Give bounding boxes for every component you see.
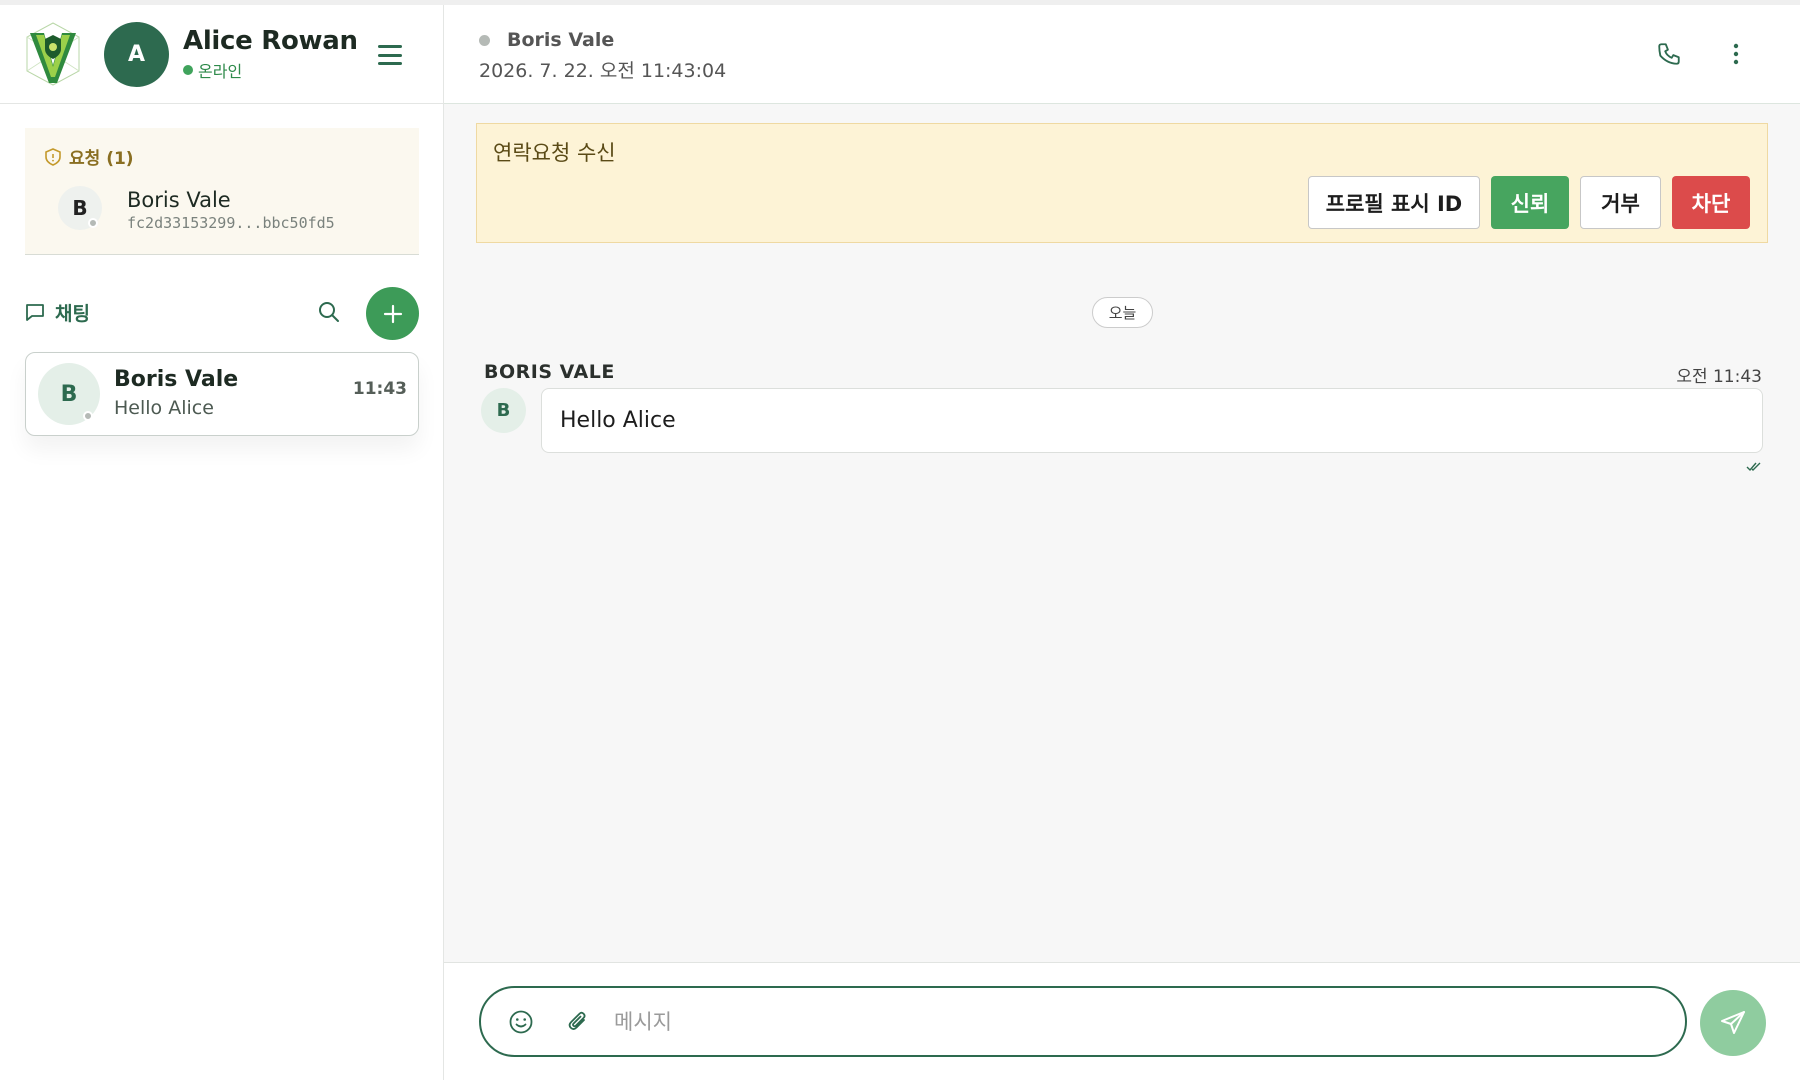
- contact-request-banner: 연락요청 수신 프로필 표시 ID 신뢰 거부 차단: [476, 123, 1768, 243]
- peer-timestamp: 2026. 7. 22. 오전 11:43:04: [479, 60, 727, 82]
- banner-title: 연락요청 수신: [493, 141, 616, 165]
- requests-panel: 요청 (1) B Boris Vale fc2d33153299...bbc50…: [25, 128, 419, 255]
- offline-dot-icon: [88, 218, 98, 228]
- request-id: fc2d33153299...bbc50fd5: [127, 214, 335, 232]
- chat-name: Boris Vale: [114, 367, 239, 392]
- conversation-header: Boris Vale 2026. 7. 22. 오전 11:43:04: [444, 5, 1800, 104]
- offline-dot-icon: [83, 411, 93, 421]
- message-avatar: B: [481, 388, 526, 433]
- user-status-label: 온라인: [198, 62, 243, 81]
- user-name: Alice Rowan: [183, 26, 358, 56]
- chats-header: 채팅: [25, 287, 419, 340]
- peer-status-dot-icon: [479, 35, 490, 46]
- request-avatar: B: [58, 186, 102, 230]
- chats-title: 채팅: [25, 299, 90, 326]
- new-chat-button[interactable]: [366, 287, 419, 340]
- chat-preview: Hello Alice: [114, 397, 214, 419]
- double-check-icon: [1746, 462, 1761, 472]
- chat-list-item[interactable]: B Boris Vale Hello Alice 11:43: [25, 352, 419, 436]
- message-input[interactable]: [614, 1002, 1654, 1042]
- send-icon: [1721, 1011, 1745, 1034]
- user-avatar[interactable]: A: [104, 21, 169, 87]
- trust-button[interactable]: 신뢰: [1491, 176, 1569, 229]
- request-item[interactable]: B Boris Vale fc2d33153299...bbc50fd5: [25, 170, 419, 240]
- plus-icon: [383, 304, 402, 323]
- phone-icon[interactable]: [1656, 41, 1682, 67]
- user-status: 온라인: [183, 58, 358, 82]
- peer-name: Boris Vale: [507, 29, 615, 51]
- sidebar: A Alice Rowan 온라인 요청 (1) B Boris Vale fc…: [0, 5, 444, 1080]
- message-sender: BORIS VALE: [484, 361, 615, 383]
- search-icon[interactable]: [317, 300, 341, 324]
- shield-icon: [45, 147, 61, 166]
- paperclip-icon[interactable]: [565, 1009, 591, 1035]
- request-avatar-initial: B: [72, 196, 88, 220]
- show-profile-id-button[interactable]: 프로필 표시 ID: [1308, 176, 1480, 229]
- sidebar-header: A Alice Rowan 온라인: [0, 5, 443, 104]
- menu-icon[interactable]: [378, 45, 402, 65]
- message-text: Hello Alice: [560, 408, 676, 433]
- chat-avatar-initial: B: [60, 381, 78, 407]
- message-bubble[interactable]: Hello Alice: [541, 388, 1763, 453]
- emoji-icon[interactable]: [508, 1009, 534, 1035]
- message-time: 오전 11:43: [1676, 367, 1762, 387]
- logo-icon: [26, 22, 80, 86]
- chats-title-label: 채팅: [55, 303, 90, 325]
- user-info: Alice Rowan 온라인: [183, 26, 358, 82]
- chat-time: 11:43: [352, 379, 407, 399]
- composer: [479, 986, 1687, 1057]
- chat-bubble-icon: [26, 304, 44, 321]
- chat-avatar: B: [38, 363, 100, 425]
- more-vertical-icon[interactable]: [1732, 43, 1740, 65]
- reject-button[interactable]: 거부: [1580, 176, 1661, 229]
- request-name: Boris Vale: [127, 188, 231, 212]
- requests-title-label: 요청 (1): [69, 149, 134, 169]
- send-button[interactable]: [1700, 990, 1766, 1056]
- day-divider: 오늘: [1092, 297, 1153, 328]
- requests-title: 요청 (1): [45, 144, 134, 169]
- block-button[interactable]: 차단: [1672, 176, 1750, 229]
- composer-area: [444, 962, 1800, 1080]
- conversation-panel: Boris Vale 2026. 7. 22. 오전 11:43:04 연락요청…: [444, 5, 1800, 1080]
- online-dot-icon: [183, 65, 193, 75]
- app: A Alice Rowan 온라인 요청 (1) B Boris Vale fc…: [0, 5, 1800, 1080]
